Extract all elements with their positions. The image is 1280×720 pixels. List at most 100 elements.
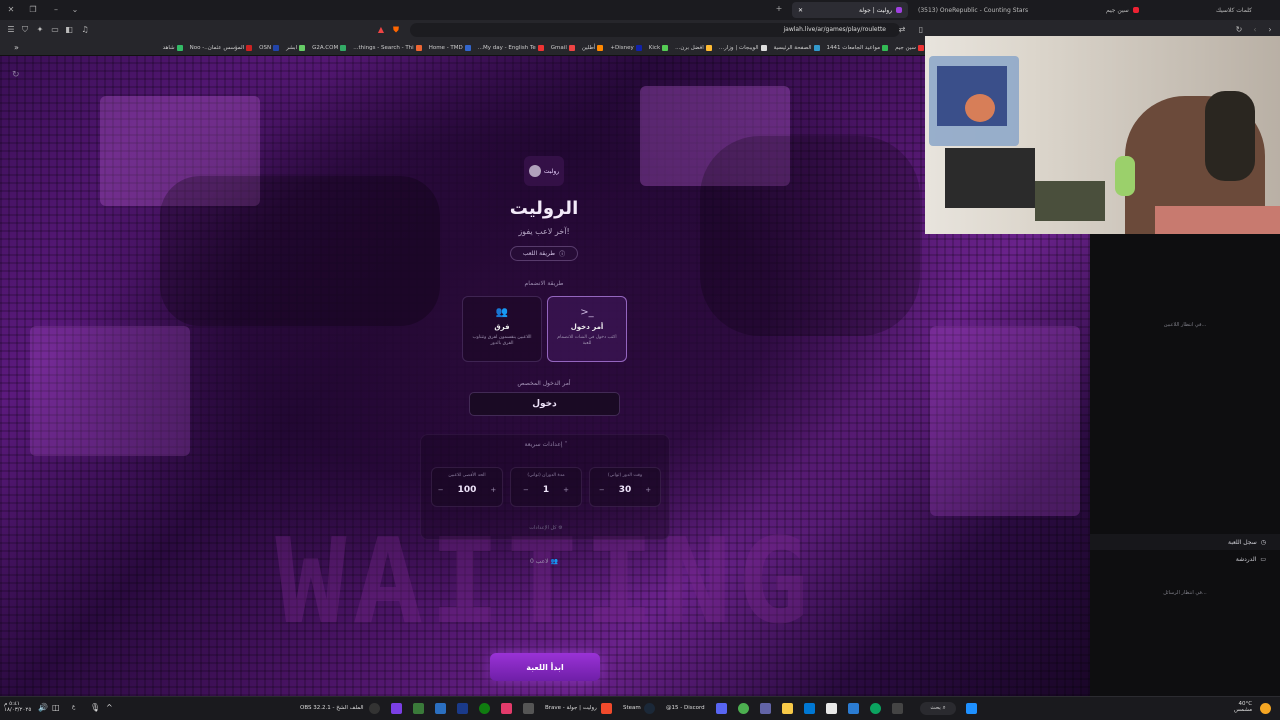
forward-icon[interactable]: ‹ bbox=[1248, 25, 1262, 34]
site-settings-icon[interactable]: ⇄ bbox=[895, 25, 909, 34]
network-icon[interactable]: ◫ bbox=[52, 703, 60, 712]
tab-youtube[interactable]: (3513) OneRepublic - Counting Stars bbox=[912, 2, 1030, 18]
rewards-icon[interactable]: ▲ bbox=[374, 25, 388, 34]
increment-button[interactable]: + bbox=[645, 486, 651, 494]
tab-seen-jeem[interactable]: سين جيم bbox=[1100, 2, 1160, 18]
xbox-icon[interactable] bbox=[479, 703, 490, 714]
extensions-icon[interactable]: ✦ bbox=[33, 25, 47, 34]
task-view-icon[interactable] bbox=[892, 703, 903, 714]
search-box[interactable]: بحث ⌕ bbox=[920, 702, 956, 715]
brave-shield-icon[interactable]: ⛊ bbox=[389, 25, 403, 35]
capture-icon[interactable] bbox=[523, 703, 534, 714]
setting-value[interactable]: 100 bbox=[458, 485, 477, 495]
close-window-icon[interactable]: ✕ bbox=[2, 5, 20, 14]
bookmark-item[interactable]: G2A.COM bbox=[312, 44, 347, 51]
spin-duration-setting: مدة الدوران (ثواني) − 1 + bbox=[510, 467, 582, 507]
brave-icon[interactable] bbox=[601, 703, 612, 714]
quick-settings-title: إعدادات سريعة bbox=[524, 441, 563, 448]
steam-icon[interactable] bbox=[644, 703, 655, 714]
bookmark-item[interactable]: Home - TMD bbox=[429, 44, 471, 51]
bookmark-favicon-icon bbox=[537, 44, 544, 51]
bookmark-item[interactable]: افضل برن... bbox=[675, 44, 712, 51]
tray-expand-icon[interactable]: ^ bbox=[106, 703, 113, 712]
minimize-window-icon[interactable]: – bbox=[47, 5, 65, 14]
taskbar-discord[interactable]: @15 - Discord bbox=[666, 705, 705, 711]
decrement-button[interactable]: − bbox=[599, 486, 605, 494]
decrement-button[interactable]: − bbox=[523, 486, 529, 494]
ea-icon[interactable] bbox=[457, 703, 468, 714]
media-icon[interactable]: ♫ bbox=[78, 25, 92, 34]
restore-window-icon[interactable]: ❐ bbox=[24, 5, 42, 14]
increment-button[interactable]: + bbox=[490, 486, 496, 494]
bookmark-item[interactable]: المؤسس عثمان..- Noo bbox=[190, 44, 253, 51]
discord-icon[interactable] bbox=[716, 703, 727, 714]
edge-icon[interactable] bbox=[870, 703, 881, 714]
chrome-icon[interactable] bbox=[738, 703, 749, 714]
setting-value[interactable]: 1 bbox=[543, 485, 549, 495]
bookmark-item[interactable]: Disney+ bbox=[610, 44, 642, 51]
tiktok-icon[interactable] bbox=[501, 703, 512, 714]
taskbar-obs[interactable]: OBS 32.2.1 - الملف الشخ bbox=[300, 705, 364, 711]
reload-icon[interactable]: ↻ bbox=[1232, 25, 1246, 34]
calendar-icon[interactable] bbox=[826, 703, 837, 714]
webcam-overlay bbox=[925, 36, 1280, 234]
wallet-icon[interactable]: ▭ bbox=[48, 25, 62, 34]
bookmark-item[interactable]: شاهد bbox=[163, 44, 183, 51]
obs-icon[interactable] bbox=[369, 703, 380, 714]
bookmarks-more-icon[interactable]: » bbox=[14, 43, 19, 52]
tab-roulette[interactable]: ✕ روليت | جولة bbox=[792, 2, 908, 18]
bookmark-item[interactable]: ابشر bbox=[286, 44, 306, 51]
bookmark-item[interactable]: الويبجات | وزار... bbox=[719, 44, 767, 51]
join-mode-command[interactable]: >_ أمر دخول اكتب دخول في الشات للانضمام … bbox=[547, 296, 627, 362]
decrement-button[interactable]: − bbox=[438, 486, 444, 494]
bookmark-item[interactable]: My day - English Te... bbox=[478, 44, 544, 51]
start-game-button[interactable]: ابدأ اللعبة bbox=[490, 653, 600, 681]
tab-classic-words[interactable]: كلمات كلاسيك bbox=[1210, 2, 1278, 18]
refresh-icon[interactable]: ↻ bbox=[12, 70, 20, 80]
sidebar-icon[interactable]: ◧ bbox=[62, 25, 76, 34]
store-icon[interactable] bbox=[804, 703, 815, 714]
file-explorer-icon[interactable] bbox=[782, 703, 793, 714]
bookmark-item[interactable]: Gmail bbox=[551, 44, 575, 51]
new-tab-icon[interactable]: + bbox=[770, 4, 788, 13]
shield-icon[interactable]: ⛉ bbox=[18, 25, 32, 35]
back-icon[interactable]: › bbox=[1263, 25, 1277, 34]
url-input[interactable]: jawlah.live/ar/games/play/roulette bbox=[410, 23, 900, 37]
waiting-players-text: في انتظار اللاعبين... bbox=[1163, 322, 1207, 328]
weather-widget[interactable]: 40°C مشمس bbox=[1234, 701, 1252, 713]
join-mode-teams[interactable]: 👥 فرق اللاعبين ينقسمون لفرق وتتناوب الفر… bbox=[462, 296, 542, 362]
how-to-play-button[interactable]: طريقة اللعب ⓘ bbox=[510, 246, 578, 261]
bookmark-item[interactable]: مواعيد الجامعات 1441 bbox=[827, 44, 889, 51]
taskbar-steam[interactable]: Steam bbox=[623, 705, 641, 711]
bookmark-item[interactable]: سين جيم bbox=[895, 44, 924, 51]
twitch-icon[interactable] bbox=[391, 703, 402, 714]
clock[interactable]: ٥:٤١ م ١٨/٠٣/٢٠٢٥ bbox=[4, 701, 31, 713]
taskbar-brave[interactable]: Brave - روليت | جولة bbox=[545, 705, 597, 711]
tab-list-icon[interactable]: ⌄ bbox=[66, 5, 84, 14]
start-icon[interactable] bbox=[966, 703, 977, 714]
bookmark-item[interactable]: أطلين bbox=[582, 44, 604, 51]
xbox-app-icon[interactable] bbox=[413, 703, 424, 714]
microphone-icon[interactable]: 🎙 bbox=[90, 703, 100, 712]
close-tab-icon[interactable]: ✕ bbox=[798, 7, 803, 14]
side-tab-game-log[interactable]: سجل اللعبة ◷ bbox=[1090, 534, 1280, 550]
bookmark-item[interactable]: الصفحة الرئيسية bbox=[774, 44, 820, 51]
bookmark-item[interactable]: OSN bbox=[259, 44, 280, 51]
menu-icon[interactable]: ☰ bbox=[4, 25, 18, 34]
language-indicator[interactable]: ع bbox=[72, 704, 75, 710]
bookmark-item[interactable]: things - Search - Thi... bbox=[353, 44, 422, 51]
increment-button[interactable]: + bbox=[563, 486, 569, 494]
word-icon[interactable] bbox=[848, 703, 859, 714]
volume-icon[interactable]: 🔊 bbox=[38, 703, 48, 712]
bookmark-item[interactable]: Kick bbox=[649, 44, 669, 51]
quick-settings-toggle[interactable]: إعدادات سريعة ˄ bbox=[421, 441, 671, 448]
side-tab-chat[interactable]: الدردشة ▭ bbox=[1090, 551, 1280, 567]
bookmark-favicon-icon bbox=[918, 44, 924, 51]
battlenet-icon[interactable] bbox=[435, 703, 446, 714]
teams-icon[interactable] bbox=[760, 703, 771, 714]
setting-value[interactable]: 30 bbox=[619, 485, 632, 495]
mode-name: فرق bbox=[494, 323, 510, 331]
all-settings-link[interactable]: كل الإعدادات ⚙ bbox=[421, 525, 671, 531]
bookmark-icon[interactable]: ▯ bbox=[914, 25, 928, 34]
custom-command-input[interactable]: دخول bbox=[469, 392, 620, 416]
